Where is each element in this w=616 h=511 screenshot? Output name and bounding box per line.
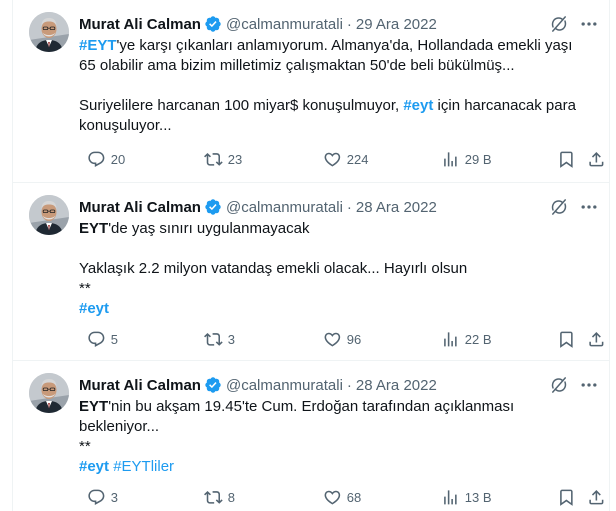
hashtag-link[interactable]: #EYTliler — [113, 458, 174, 475]
views-count: 22 B — [464, 331, 492, 347]
tweet-text-segment: 'ye karşı çıkanları anlamıyorum. Almanya… — [116, 37, 573, 54]
tweet-text-segment: konuşuluyor... — [79, 117, 172, 134]
verified-badge-icon — [204, 198, 222, 216]
action-bar: 5 3 96 22 B — [79, 328, 605, 350]
retweet-button[interactable]: 3 — [204, 328, 235, 350]
like-button[interactable]: 68 — [323, 486, 361, 508]
retweet-count: 23 — [227, 151, 243, 167]
reply-count: 20 — [110, 151, 126, 167]
reply-count: 3 — [110, 489, 118, 505]
reply-button[interactable]: 20 — [87, 148, 125, 170]
author-name[interactable]: Murat Ali Calman — [79, 16, 201, 33]
like-count: 96 — [346, 331, 362, 347]
more-icon[interactable] — [579, 197, 599, 217]
reply-button[interactable]: 3 — [87, 486, 118, 508]
like-count: 68 — [346, 489, 362, 505]
tweet-text: EYT'nin bu akşam 19.45'te Cum. Erdoğan t… — [79, 397, 599, 477]
verified-badge-icon — [204, 376, 222, 394]
hashtag-link[interactable]: #EYT — [79, 37, 117, 54]
bookmark-button[interactable] — [557, 148, 576, 170]
tweet-text-segment: 65 olabilir ama bizim milletimiz çalışma… — [79, 57, 515, 74]
separator-dot: · — [346, 198, 352, 216]
author-name[interactable]: Murat Ali Calman — [79, 377, 201, 394]
separator-dot: · — [346, 15, 352, 33]
tweet-header: Murat Ali Calman @calmanmuratali · 28 Ar… — [79, 375, 437, 395]
hashtag-link[interactable]: #eyt — [79, 300, 109, 317]
author-name[interactable]: Murat Ali Calman — [79, 199, 201, 216]
tweet-text-segment: 'de yaş sınırı uygulanmayacak — [108, 220, 310, 237]
views-button[interactable]: 13 B — [441, 486, 492, 508]
views-button[interactable]: 22 B — [441, 328, 492, 350]
views-count: 13 B — [464, 489, 492, 505]
reply-button[interactable]: 5 — [87, 328, 118, 350]
author-handle[interactable]: @calmanmuratali — [226, 16, 343, 33]
tweet-date[interactable]: 28 Ara 2022 — [356, 199, 437, 216]
retweet-button[interactable]: 8 — [204, 486, 235, 508]
separator-dot: · — [346, 376, 352, 394]
timeline-feed: Murat Ali Calman @calmanmuratali · 29 Ar… — [12, 0, 610, 511]
tweet-text-segment: Suriyelilere harcanan 100 miyar$ konuşul… — [79, 97, 404, 114]
tweet-text-segment: 'nin bu akşam 19.45'te Cum. Erdoğan tara… — [108, 398, 515, 415]
tweet-text-segment: bekleniyor... — [79, 418, 160, 435]
like-button[interactable]: 224 — [323, 148, 368, 170]
tweet[interactable]: Murat Ali Calman @calmanmuratali · 28 Ar… — [13, 183, 609, 361]
action-bar: 3 8 68 13 B — [79, 486, 605, 508]
share-button[interactable] — [587, 328, 606, 350]
reply-count: 5 — [110, 331, 118, 347]
grok-icon[interactable] — [549, 375, 569, 395]
tweet[interactable]: Murat Ali Calman @calmanmuratali · 28 Ar… — [13, 361, 610, 511]
tweet-text: EYT'de yaş sınırı uygulanmayacak Yaklaşı… — [79, 219, 599, 319]
views-button[interactable]: 29 B — [441, 148, 492, 170]
retweet-button[interactable]: 23 — [204, 148, 242, 170]
avatar[interactable] — [29, 373, 69, 413]
tweet-date[interactable]: 29 Ara 2022 — [356, 16, 437, 33]
grok-icon[interactable] — [549, 14, 569, 34]
tweet-text: #EYT'ye karşı çıkanları anlamıyorum. Alm… — [79, 36, 599, 136]
tweet-header: Murat Ali Calman @calmanmuratali · 29 Ar… — [79, 14, 437, 34]
verified-badge-icon — [204, 15, 222, 33]
more-icon[interactable] — [579, 375, 599, 395]
tweet[interactable]: Murat Ali Calman @calmanmuratali · 29 Ar… — [13, 0, 609, 183]
action-bar: 20 23 224 29 B — [79, 148, 605, 170]
tweet-text-segment: Yaklaşık 2.2 milyon vatandaş emekli olac… — [79, 260, 468, 277]
share-button[interactable] — [587, 148, 606, 170]
tweet-text-segment: ** — [79, 438, 91, 455]
tweet-text-segment: için harcanacak para — [433, 97, 576, 114]
hashtag-link[interactable]: #eyt — [403, 97, 433, 114]
avatar[interactable] — [29, 12, 69, 52]
hashtag-link[interactable]: #eyt — [79, 458, 109, 475]
tweet-text-segment: EYT — [79, 398, 109, 415]
author-handle[interactable]: @calmanmuratali — [226, 199, 343, 216]
like-button[interactable]: 96 — [323, 328, 361, 350]
retweet-count: 3 — [227, 331, 235, 347]
views-count: 29 B — [464, 151, 492, 167]
tweet-header: Murat Ali Calman @calmanmuratali · 28 Ar… — [79, 197, 437, 217]
tweet-text-segment: EYT — [79, 220, 109, 237]
tweet-text-segment: ** — [79, 280, 91, 297]
share-button[interactable] — [587, 486, 606, 508]
tweet-date[interactable]: 28 Ara 2022 — [356, 377, 437, 394]
bookmark-button[interactable] — [557, 328, 576, 350]
author-handle[interactable]: @calmanmuratali — [226, 377, 343, 394]
bookmark-button[interactable] — [557, 486, 576, 508]
more-icon[interactable] — [579, 14, 599, 34]
retweet-count: 8 — [227, 489, 235, 505]
avatar[interactable] — [29, 195, 69, 235]
grok-icon[interactable] — [549, 197, 569, 217]
like-count: 224 — [346, 151, 369, 167]
